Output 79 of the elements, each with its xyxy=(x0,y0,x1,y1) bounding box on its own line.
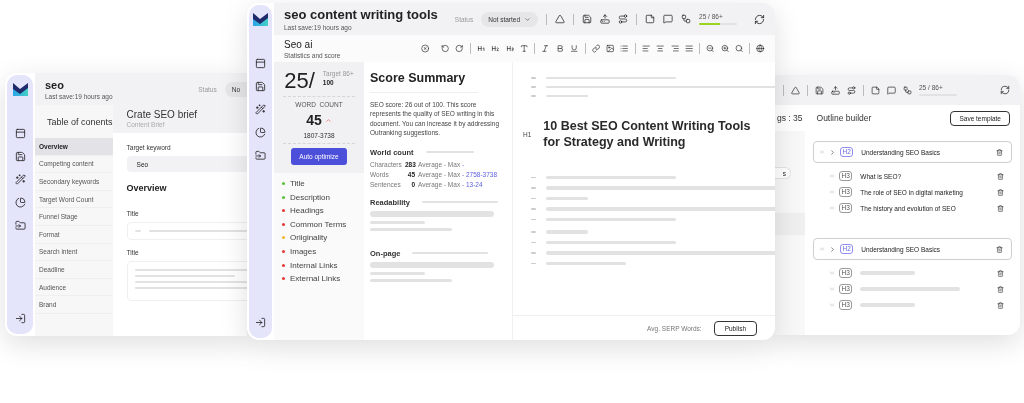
search-icon[interactable] xyxy=(735,44,744,53)
workflow-icon[interactable] xyxy=(903,85,912,95)
route-icon[interactable] xyxy=(618,14,629,24)
trash-icon[interactable] xyxy=(996,245,1003,253)
check-label[interactable]: Description xyxy=(290,192,330,202)
logo-icon xyxy=(12,83,28,96)
chat-bubble-icon[interactable] xyxy=(887,85,896,95)
outline-title: Outline builder xyxy=(816,113,872,123)
article-heading: 10 Best SEO Content Writing Tools for Strategy and Writing xyxy=(543,118,752,151)
chevron-right-icon[interactable] xyxy=(829,148,836,156)
heading-three-icon[interactable] xyxy=(505,44,514,53)
folder-icon[interactable] xyxy=(14,220,26,231)
brief-title: Crate SEO brief xyxy=(126,109,199,120)
logout-icon[interactable] xyxy=(14,313,26,324)
check-label[interactable]: Title xyxy=(290,179,305,188)
underline-icon[interactable] xyxy=(570,44,579,53)
refresh-icon[interactable] xyxy=(1000,85,1010,95)
logo-icon xyxy=(253,13,268,26)
check-label[interactable]: Headings xyxy=(290,206,324,216)
section-title: Overview xyxy=(126,183,168,193)
list-icon[interactable] xyxy=(620,44,629,53)
heading-one-icon[interactable] xyxy=(476,44,486,53)
check-label[interactable]: External Links xyxy=(290,274,341,284)
caret-up-icon xyxy=(324,116,332,124)
panel-title: Seo ai xyxy=(284,38,314,50)
logout-icon[interactable] xyxy=(255,317,266,328)
pie-chart-icon[interactable] xyxy=(14,197,26,208)
document-title: seo content writing tools xyxy=(284,7,438,22)
title-field[interactable] xyxy=(126,222,247,240)
magic-wand-icon[interactable] xyxy=(255,104,266,115)
refresh-icon[interactable] xyxy=(754,13,765,25)
image-icon[interactable] xyxy=(605,44,615,53)
chevron-right-icon[interactable] xyxy=(829,245,836,253)
drive-upload-icon[interactable] xyxy=(600,14,611,24)
trash-icon[interactable] xyxy=(996,148,1003,156)
undo-icon[interactable] xyxy=(441,44,450,53)
trash-icon[interactable] xyxy=(997,269,1004,277)
toc-title: Table of conents xyxy=(46,115,113,129)
layout-icon[interactable] xyxy=(255,58,266,69)
document-title: seo xyxy=(45,78,65,91)
seo-score: 25/ xyxy=(284,70,315,92)
trash-icon[interactable] xyxy=(997,285,1004,293)
check-label[interactable]: Oriiginality xyxy=(290,233,328,243)
redo-icon[interactable] xyxy=(455,44,464,53)
chat-bubble-icon[interactable] xyxy=(663,14,674,24)
bold-icon[interactable] xyxy=(555,44,565,53)
sticky-note-icon[interactable] xyxy=(871,85,880,95)
italic-icon[interactable] xyxy=(541,44,550,53)
word-count: 45 xyxy=(306,112,322,128)
zoom-out-icon[interactable] xyxy=(706,44,715,53)
link-icon[interactable] xyxy=(591,44,600,53)
align-right-icon[interactable] xyxy=(670,44,679,53)
justify-icon[interactable] xyxy=(684,44,694,53)
route-icon[interactable] xyxy=(847,85,856,95)
zoom-in-icon[interactable] xyxy=(720,44,730,53)
check-label[interactable]: Images xyxy=(290,246,317,256)
globe-icon[interactable] xyxy=(756,44,765,53)
magic-wand-icon[interactable] xyxy=(14,174,26,185)
sticky-note-icon[interactable] xyxy=(645,14,656,24)
align-left-icon[interactable] xyxy=(641,44,651,53)
check-label[interactable]: Common Terms xyxy=(290,219,347,229)
trash-icon[interactable] xyxy=(997,188,1004,196)
drive-upload-icon[interactable] xyxy=(831,85,840,95)
triangle-icon[interactable] xyxy=(791,85,800,95)
check-label[interactable]: Internal Links xyxy=(290,260,338,270)
align-center-icon[interactable] xyxy=(656,44,665,53)
workflow-icon[interactable] xyxy=(681,14,692,24)
trash-icon[interactable] xyxy=(997,172,1004,180)
folder-icon[interactable] xyxy=(255,150,266,161)
text-icon[interactable] xyxy=(520,44,529,53)
heading-two-icon[interactable] xyxy=(491,44,500,53)
layout-icon[interactable] xyxy=(14,128,26,139)
triangle-icon[interactable] xyxy=(555,14,566,24)
trash-icon[interactable] xyxy=(997,204,1004,212)
summary-title: Score Summary xyxy=(370,71,467,85)
count-label: gs : 35 xyxy=(777,113,803,123)
trash-icon[interactable] xyxy=(997,301,1004,309)
close-icon[interactable] xyxy=(420,44,430,53)
pie-chart-icon[interactable] xyxy=(255,127,266,138)
